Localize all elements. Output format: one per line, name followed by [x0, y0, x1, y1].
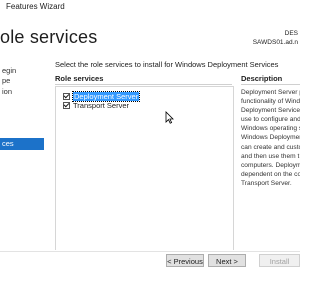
role-service-transport-server[interactable]: Transport Server: [63, 101, 129, 110]
previous-button[interactable]: < Previous: [166, 254, 204, 267]
instruction-text: Select the role services to install for …: [55, 60, 279, 69]
role-service-label[interactable]: Deployment Server: [71, 91, 141, 102]
role-service-label[interactable]: Transport Server: [73, 101, 129, 110]
description-line: Deployment Services: [241, 107, 300, 115]
nav-item-label: ces: [2, 139, 14, 148]
nav-item-before-you-begin[interactable]: egin: [0, 66, 16, 75]
nav-item-role-services[interactable]: ces: [0, 138, 44, 150]
description-header: Description: [241, 74, 283, 83]
nav-item-label: pe: [2, 76, 11, 85]
role-services-divider: [55, 84, 232, 85]
description-text: Deployment Server p functionality of Win…: [241, 88, 300, 188]
description-line: computers. Deploym: [241, 161, 300, 169]
description-line: dependent on the co: [241, 170, 300, 178]
role-service-deployment-server[interactable]: Deployment Server: [63, 91, 141, 102]
description-divider: [241, 84, 300, 85]
role-services-list[interactable]: [55, 86, 234, 254]
description-line: and then use them t: [241, 152, 300, 160]
mouse-pointer-icon: [165, 111, 174, 124]
nav-item-label: ion: [2, 87, 13, 96]
description-line: use to configure and: [241, 116, 300, 124]
window-titlebar: Features Wizard: [0, 0, 300, 14]
destination-server-name: SAWDS01.ad.n: [252, 39, 298, 46]
description-line: can create and custo: [241, 143, 300, 151]
nav-item-installation-type[interactable]: pe: [0, 76, 10, 85]
nav-item-label: egin: [2, 66, 17, 75]
next-button[interactable]: Next >: [208, 254, 246, 267]
description-line: Windows Deploymen: [241, 134, 300, 142]
wizard-footer: [0, 250, 300, 300]
install-button[interactable]: Install: [259, 254, 300, 267]
role-services-header: Role services: [55, 74, 104, 83]
nav-item-server-selection[interactable]: ion: [0, 87, 12, 96]
checkbox-deployment-server[interactable]: [63, 93, 70, 100]
destination-server-label: DES: [284, 30, 298, 37]
description-line: Transport Server.: [241, 179, 292, 187]
description-line: Deployment Server p: [241, 89, 300, 96]
description-line: functionality of Wind: [241, 98, 300, 106]
description-line: Windows operating s: [241, 125, 300, 133]
page-title: ole services: [0, 27, 98, 47]
window-title: Features Wizard: [6, 2, 65, 11]
checkbox-transport-server[interactable]: [63, 102, 70, 109]
destination-server-info: DES SAWDS01.ad.n: [253, 29, 298, 47]
footer-divider: [0, 251, 300, 252]
